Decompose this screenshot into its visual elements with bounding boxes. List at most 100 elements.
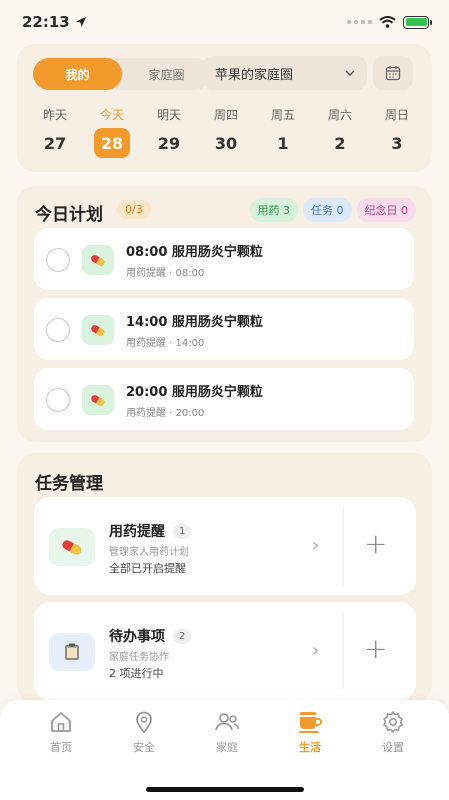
pill-icon xyxy=(82,385,114,415)
plan-item-subtitle: 用药提醒 · 14:00 xyxy=(126,338,205,349)
add-todo-button[interactable]: + xyxy=(364,632,387,665)
divider xyxy=(343,612,344,690)
status-time: 22:13 xyxy=(22,13,87,31)
weekday-label: 周五 xyxy=(270,108,295,122)
chip-anniversary[interactable]: 纪念日 0 xyxy=(356,198,416,222)
wifi-icon xyxy=(379,16,396,28)
bottom-tab-bar: 首页 安全 家庭 生活 设置 xyxy=(0,700,449,800)
plan-category-chips: 用药 3 任务 0 纪念日 0 xyxy=(249,198,416,222)
weekday-label: 今天 xyxy=(99,108,124,122)
complete-checkbox[interactable] xyxy=(46,318,70,342)
location-icon xyxy=(136,711,152,734)
coffee-cup-icon xyxy=(299,712,322,733)
plan-item-title: 08:00 服用肠炎宁颗粒 xyxy=(126,245,263,260)
plan-item-title: 14:00 服用肠炎宁颗粒 xyxy=(126,315,263,330)
segment-mine[interactable]: 我的 xyxy=(33,58,122,90)
status-bar: 22:13 xyxy=(0,0,449,44)
weekday-label: 周六 xyxy=(327,108,352,122)
day-sunday[interactable]: 周日 3 xyxy=(377,106,417,158)
task-description: 家庭任务协作 xyxy=(109,652,169,663)
tab-label: 安全 xyxy=(133,741,155,754)
task-item-medication[interactable]: 用药提醒 1 管理家人用药计划 全部已开启提醒 › + xyxy=(34,497,416,595)
time-text: 22:13 xyxy=(22,13,70,31)
day-number: 29 xyxy=(157,133,181,153)
task-title-text: 待办事项 xyxy=(109,629,165,645)
day-yesterday[interactable]: 昨天 27 xyxy=(35,106,75,158)
task-status: 2 项进行中 xyxy=(109,667,164,680)
task-title-text: 用药提醒 xyxy=(109,524,165,540)
week-strip: 昨天 27 今天 28 明天 29 周四 30 周五 1 周六 2 周日 3 xyxy=(35,106,417,158)
weekday-label: 昨天 xyxy=(42,108,67,122)
day-number: 1 xyxy=(277,133,289,153)
plan-title: 今日计划 xyxy=(35,205,103,225)
tasks-title: 任务管理 xyxy=(35,474,103,494)
plan-item[interactable]: 20:00 服用肠炎宁颗粒 用药提醒 · 20:00 xyxy=(34,368,414,430)
complete-checkbox[interactable] xyxy=(46,388,70,412)
day-thursday[interactable]: 周四 30 xyxy=(206,106,246,158)
scope-segmented-control: 我的 家庭圈 xyxy=(33,58,211,90)
task-count-badge: 2 xyxy=(173,628,192,644)
segment-family-circle[interactable]: 家庭圈 xyxy=(122,58,211,90)
task-description: 管理家人用药计划 xyxy=(109,547,189,558)
plan-item-title: 20:00 服用肠炎宁颗粒 xyxy=(126,385,263,400)
plan-progress-badge: 0/3 xyxy=(117,200,151,219)
family-circle-select[interactable]: 苹果的家庭圈 xyxy=(203,56,367,90)
gear-icon xyxy=(383,711,403,733)
plan-item-subtitle: 用药提醒 · 08:00 xyxy=(126,268,205,279)
task-count-badge: 1 xyxy=(173,523,192,539)
tab-label: 生活 xyxy=(299,741,321,754)
calendar-card: 我的 家庭圈 苹果的家庭圈 昨天 27 今天 28 明天 29 周四 30 周五… xyxy=(17,44,432,172)
add-medication-button[interactable]: + xyxy=(364,527,387,560)
tab-safety[interactable]: 安全 xyxy=(114,710,174,755)
pill-icon xyxy=(82,315,114,345)
calendar-button[interactable] xyxy=(373,56,413,90)
family-circle-name: 苹果的家庭圈 xyxy=(215,67,294,83)
day-number: 30 xyxy=(214,133,238,153)
chip-tasks[interactable]: 任务 0 xyxy=(303,198,352,222)
day-tomorrow[interactable]: 明天 29 xyxy=(149,106,189,158)
task-title: 用药提醒 1 xyxy=(109,521,192,541)
pill-icon xyxy=(82,245,114,275)
today-plan-card: 今日计划 0/3 用药 3 任务 0 纪念日 0 08:00 服用肠炎宁颗粒 用… xyxy=(17,186,432,442)
day-today[interactable]: 今天 28 xyxy=(92,106,132,158)
chevron-right-icon[interactable]: › xyxy=(312,640,319,661)
signal-dots-icon xyxy=(347,20,372,24)
task-management-card: 任务管理 用药提醒 1 管理家人用药计划 全部已开启提醒 › + 待办事项 2 … xyxy=(17,453,432,703)
home-icon xyxy=(51,712,71,732)
divider xyxy=(343,507,344,585)
tab-label: 首页 xyxy=(50,741,72,754)
location-arrow-icon xyxy=(75,17,86,27)
weekday-label: 周四 xyxy=(213,108,238,122)
chevron-right-icon[interactable]: › xyxy=(312,535,319,556)
status-right xyxy=(347,15,432,29)
weekday-label: 明天 xyxy=(156,108,181,122)
tab-home[interactable]: 首页 xyxy=(31,710,91,755)
chip-medication[interactable]: 用药 3 xyxy=(249,198,298,222)
calendar-icon xyxy=(385,66,401,81)
tab-label: 家庭 xyxy=(216,741,238,754)
day-saturday[interactable]: 周六 2 xyxy=(320,106,360,158)
clipboard-icon xyxy=(49,633,95,671)
day-friday[interactable]: 周五 1 xyxy=(263,106,303,158)
home-indicator xyxy=(146,787,304,792)
family-icon xyxy=(215,713,240,731)
task-item-todo[interactable]: 待办事项 2 家庭任务协作 2 项进行中 › + xyxy=(34,602,416,700)
task-status: 全部已开启提醒 xyxy=(109,562,186,575)
tab-settings[interactable]: 设置 xyxy=(363,710,423,755)
tab-label: 设置 xyxy=(382,741,404,754)
tab-family[interactable]: 家庭 xyxy=(197,710,257,755)
task-title: 待办事项 2 xyxy=(109,626,192,646)
weekday-label: 周日 xyxy=(384,108,409,122)
plan-item[interactable]: 08:00 服用肠炎宁颗粒 用药提醒 · 08:00 xyxy=(34,228,414,290)
chevron-down-icon xyxy=(345,70,355,76)
battery-icon xyxy=(403,15,432,29)
pill-icon xyxy=(49,528,95,566)
plan-item-subtitle: 用药提醒 · 20:00 xyxy=(126,408,205,419)
tab-life[interactable]: 生活 xyxy=(280,710,340,755)
day-number: 2 xyxy=(334,133,346,153)
plan-item[interactable]: 14:00 服用肠炎宁颗粒 用药提醒 · 14:00 xyxy=(34,298,414,360)
complete-checkbox[interactable] xyxy=(46,248,70,272)
day-number: 28 xyxy=(94,128,130,158)
day-number: 3 xyxy=(391,133,403,153)
day-number: 27 xyxy=(43,133,67,153)
